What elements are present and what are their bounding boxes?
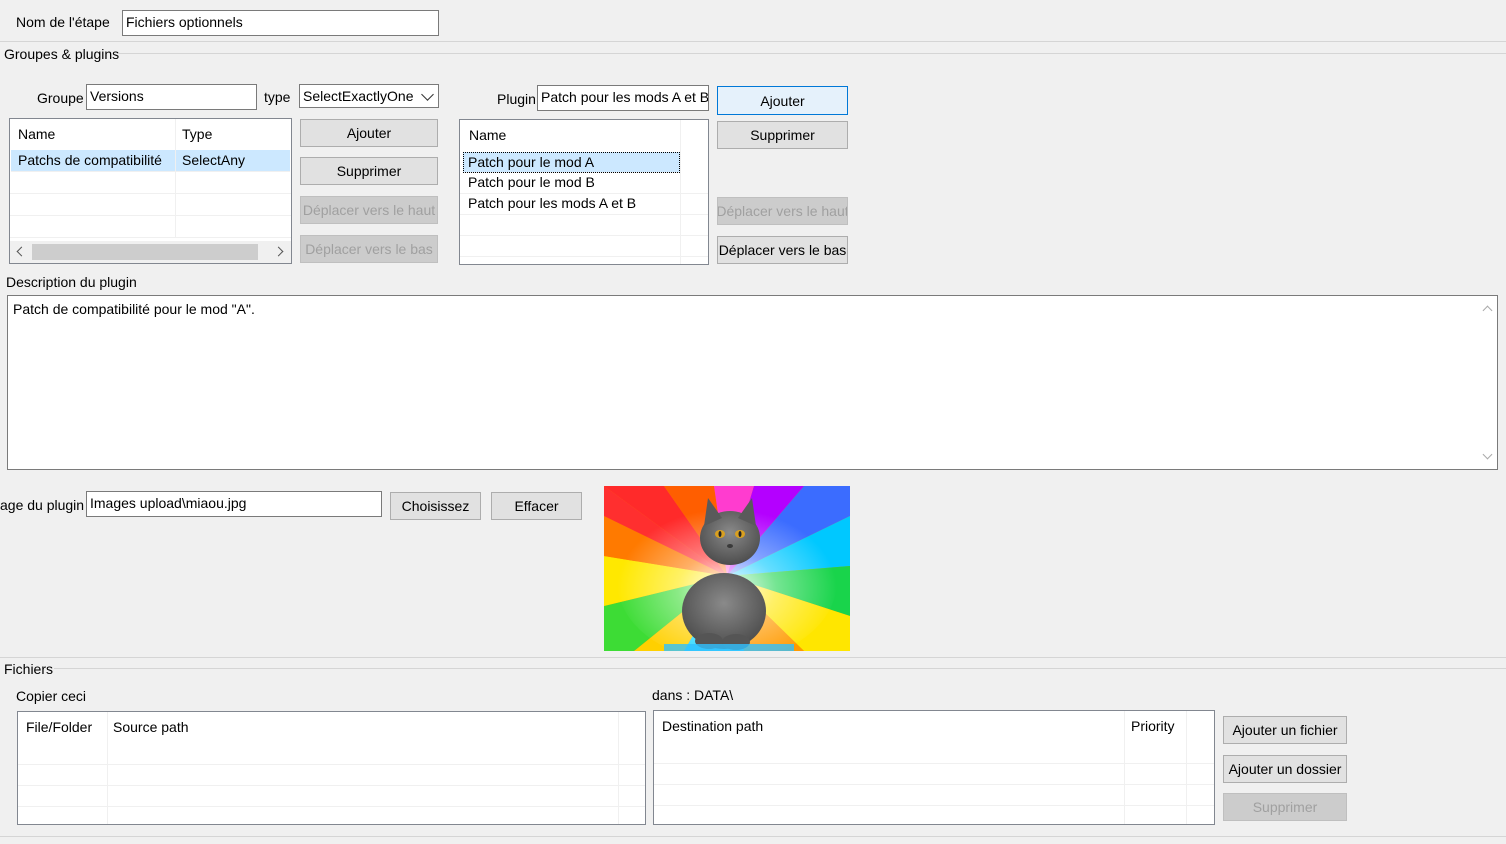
table-row (654, 784, 1214, 806)
column-divider (680, 120, 681, 264)
separator (54, 668, 1506, 669)
scrollbar-thumb[interactable] (32, 244, 258, 260)
type-select[interactable]: SelectExactlyOne (299, 84, 439, 108)
plugin-row-name: Patch pour les mods A et B (468, 195, 637, 211)
vertical-scrollbar[interactable] (1477, 296, 1497, 469)
column-header-name[interactable]: Name (469, 125, 506, 146)
column-divider (107, 712, 108, 824)
separator (0, 41, 1506, 42)
chevron-down-icon (421, 88, 434, 101)
plugin-name-input[interactable]: Patch pour les mods A et B (537, 85, 709, 111)
table-row (10, 194, 291, 216)
plugin-move-up-button[interactable]: Déplacer vers le haut (717, 197, 848, 225)
choose-image-button[interactable]: Choisissez (390, 492, 481, 520)
group-row-type: SelectAny (182, 152, 246, 168)
add-folder-button[interactable]: Ajouter un dossier (1223, 755, 1347, 783)
separator (0, 836, 1506, 837)
table-row (10, 172, 291, 194)
horizontal-scrollbar[interactable] (10, 241, 291, 263)
table-row (654, 763, 1214, 785)
separator (118, 53, 1506, 54)
chevron-right-icon[interactable] (273, 246, 284, 257)
description-textarea[interactable]: Patch de compatibilité pour le mod "A". (7, 295, 1498, 470)
group-name-input[interactable]: Versions (86, 84, 257, 110)
description-text: Patch de compatibilité pour le mod "A". (13, 301, 255, 317)
chevron-left-icon[interactable] (16, 246, 27, 257)
table-row (10, 216, 291, 238)
column-divider (618, 712, 619, 824)
image-label: age du plugin (0, 497, 85, 513)
table-header: Destination path Priority (654, 711, 1214, 743)
table-row (460, 235, 708, 257)
files-section-title: Fichiers (4, 661, 54, 677)
copy-label: Copier ceci (16, 688, 87, 704)
group-row-name: Patchs de compatibilité (18, 152, 162, 168)
column-header-name[interactable]: Name (18, 124, 55, 145)
type-select-value: SelectExactlyOne (303, 88, 414, 104)
table-row (460, 214, 708, 236)
table-header: Name Type (10, 119, 291, 149)
step-name-input[interactable]: Fichiers optionnels (122, 10, 439, 36)
group-move-up-button[interactable]: Déplacer vers le haut (300, 196, 438, 224)
groups-section-title: Groupes & plugins (4, 46, 120, 62)
description-label: Description du plugin (6, 274, 137, 290)
table-row (18, 764, 645, 786)
source-files-list[interactable]: File/Folder Source path (17, 711, 646, 825)
destination-files-list[interactable]: Destination path Priority (653, 710, 1215, 825)
column-header-priority[interactable]: Priority (1131, 716, 1175, 737)
separator (0, 657, 1506, 658)
plugins-list[interactable]: Name Patch pour le mod A Patch pour le m… (459, 119, 709, 265)
plugin-label: Plugin (497, 91, 536, 107)
table-row (18, 743, 645, 765)
column-divider (1186, 711, 1187, 824)
plugin-row-name: Patch pour le mod B (468, 174, 595, 190)
column-header-destination-path[interactable]: Destination path (662, 716, 763, 737)
chevron-down-icon[interactable] (1482, 449, 1493, 460)
chevron-up-icon[interactable] (1482, 305, 1493, 316)
plugin-remove-button[interactable]: Supprimer (717, 121, 848, 149)
plugin-row-name: Patch pour le mod A (468, 154, 595, 170)
image-path-input[interactable]: Images upload\miaou.jpg (86, 491, 382, 517)
group-remove-button[interactable]: Supprimer (300, 157, 438, 185)
table-row (654, 742, 1214, 764)
plugin-move-down-button[interactable]: Déplacer vers le bas (717, 236, 848, 264)
clear-image-button[interactable]: Effacer (491, 492, 582, 520)
table-row[interactable]: Patch pour le mod A (463, 152, 680, 173)
group-add-button[interactable]: Ajouter (300, 119, 438, 147)
column-divider (175, 119, 176, 237)
table-header: File/Folder Source path (18, 712, 645, 744)
remove-file-button[interactable]: Supprimer (1223, 793, 1347, 821)
table-row[interactable]: Patch pour les mods A et B (460, 193, 708, 215)
table-row (18, 785, 645, 807)
plugin-add-button[interactable]: Ajouter (717, 86, 848, 115)
group-move-down-button[interactable]: Déplacer vers le bas (300, 235, 438, 263)
table-header: Name (460, 120, 708, 150)
add-file-button[interactable]: Ajouter un fichier (1223, 716, 1347, 744)
destination-label: dans : DATA\ (652, 687, 734, 703)
step-name-label: Nom de l'étape (16, 14, 110, 30)
plugin-image-preview (604, 486, 850, 651)
column-header-type[interactable]: Type (182, 124, 212, 145)
type-label: type (264, 89, 291, 105)
group-label: Groupe (37, 90, 84, 106)
column-divider (1124, 711, 1125, 824)
table-row[interactable]: Patchs de compatibilité SelectAny (11, 150, 290, 172)
column-header-source-path[interactable]: Source path (113, 717, 189, 738)
groups-list[interactable]: Name Type Patchs de compatibilité Select… (9, 118, 292, 264)
column-header-file-folder[interactable]: File/Folder (26, 717, 92, 738)
table-row[interactable]: Patch pour le mod B (460, 172, 708, 194)
